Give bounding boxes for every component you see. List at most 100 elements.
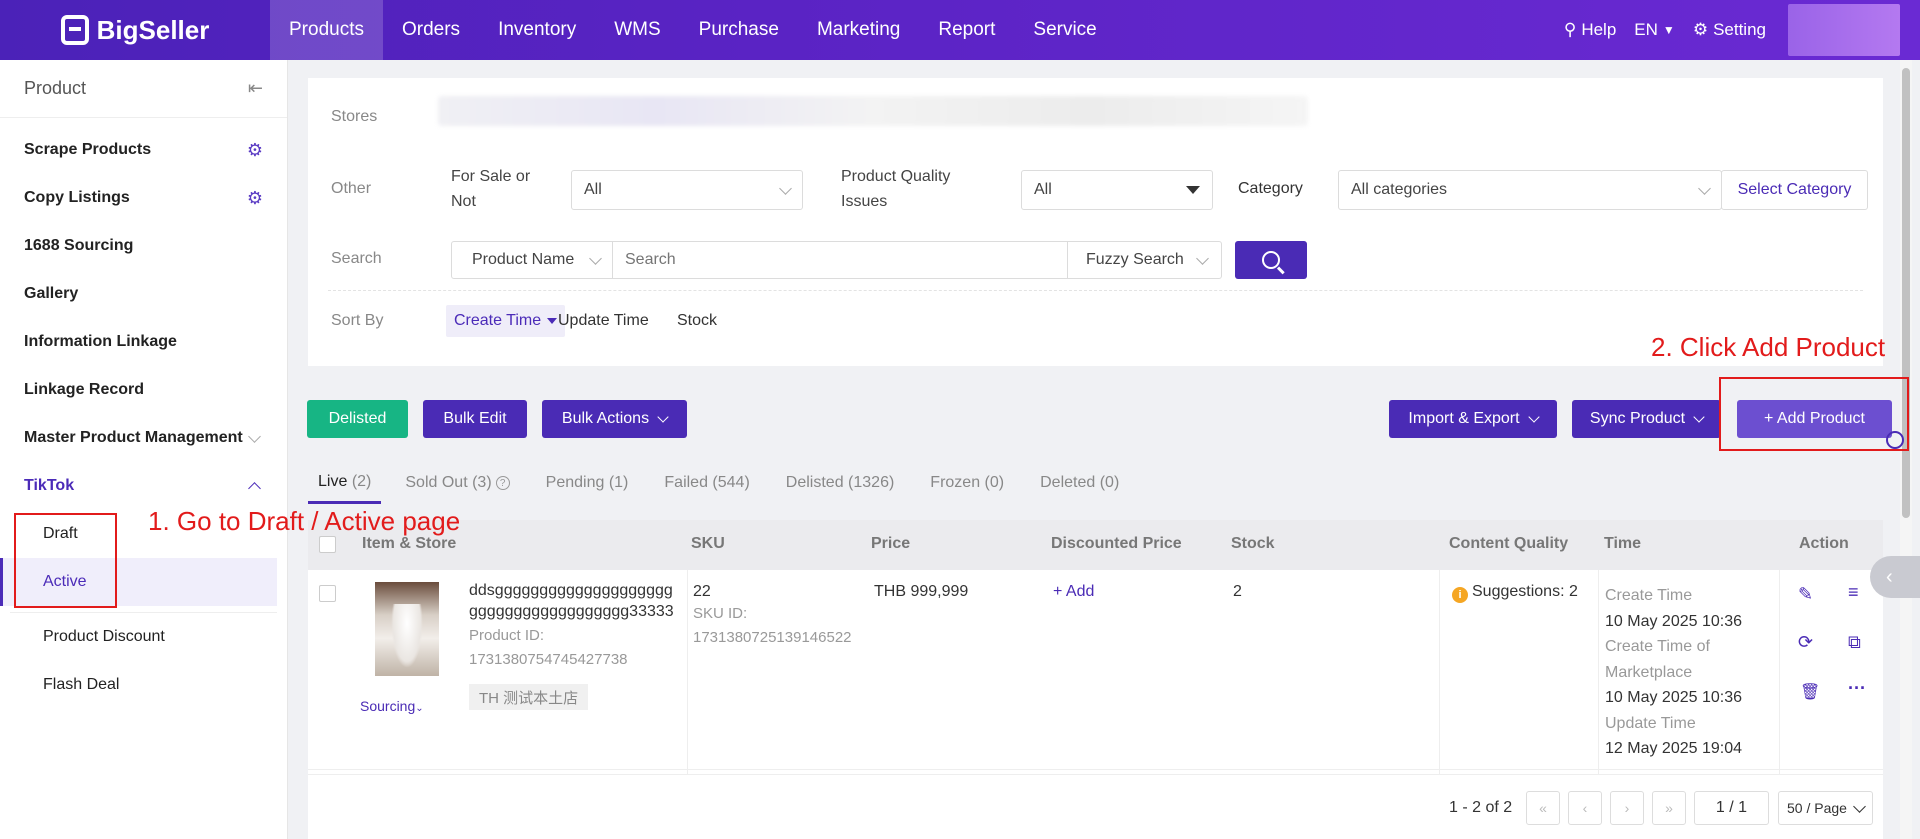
bulk-edit-button[interactable]: Bulk Edit [423, 400, 527, 438]
user-avatar[interactable] [1788, 4, 1900, 56]
sidebar-item-product-discount[interactable]: Product Discount [0, 613, 287, 661]
column-time: Time [1604, 535, 1642, 552]
for-sale-label: For Sale or Not [451, 164, 530, 214]
sidebar-item-flash-deal[interactable]: Flash Deal [0, 661, 287, 709]
quality-select[interactable]: All [1021, 170, 1213, 210]
nav-purchase[interactable]: Purchase [680, 0, 798, 60]
help-link[interactable]: ⚲ Help [1564, 20, 1616, 40]
tab-delisted[interactable]: Delisted (1326) [786, 462, 907, 504]
search-icon [1262, 251, 1280, 269]
tab-label: Frozen [930, 474, 981, 491]
page-size-select[interactable]: 50 / Page [1778, 791, 1873, 825]
nav-service[interactable]: Service [1014, 0, 1115, 60]
sourcing-dropdown[interactable]: Sourcing⌄ [360, 698, 424, 714]
page-size-value: 50 / Page [1787, 800, 1847, 816]
sidebar-item-gallery[interactable]: Gallery [0, 270, 287, 318]
sort-create-time[interactable]: Create Time [446, 305, 566, 337]
store-list[interactable] [438, 96, 1308, 126]
sidebar-item-1688-sourcing[interactable]: 1688 Sourcing [0, 222, 287, 270]
product-name-line1: ddsgggggggggggggggggggg [469, 582, 673, 599]
search-input[interactable] [612, 241, 1068, 279]
annotation-box-add-product [1719, 377, 1909, 451]
product-name[interactable]: ddsgggggggggggggggggggg gggggggggggggggg… [469, 580, 674, 622]
sidebar-item-label: Master Product Management [24, 429, 243, 446]
sidebar-item-information-linkage[interactable]: Information Linkage [0, 318, 287, 366]
select-all-checkbox[interactable] [319, 536, 336, 553]
column-price: Price [871, 535, 911, 552]
help-icon[interactable]: ? [495, 476, 510, 490]
tab-label: Failed [664, 474, 708, 491]
product-image[interactable] [375, 582, 439, 676]
category-select[interactable]: All categories [1338, 170, 1722, 210]
tab-failed[interactable]: Failed (544) [664, 462, 761, 504]
add-discount-link[interactable]: + Add [1053, 583, 1094, 601]
settings-link[interactable]: ⚙ Setting [1693, 20, 1766, 40]
refresh-icon[interactable]: ⟳ [1798, 632, 1813, 653]
copy-icon[interactable]: ⧉ [1848, 632, 1861, 653]
search-field-select[interactable]: Product Name [451, 241, 613, 279]
nav-wms[interactable]: WMS [595, 0, 679, 60]
gear-icon[interactable]: ⚙ [247, 140, 263, 161]
language-select[interactable]: EN ▼ [1634, 20, 1675, 40]
tab-live[interactable]: Live (2) [308, 462, 382, 504]
sort-update-time[interactable]: Update Time [558, 312, 649, 330]
table-row: Sourcing⌄ ddsgggggggggggggggggggg gggggg… [308, 570, 1883, 770]
sidebar-item-tiktok[interactable]: TikTok [0, 462, 287, 510]
marketplace-time-label-line2: Marketplace [1605, 663, 1693, 681]
first-page-button[interactable]: « [1526, 791, 1560, 825]
next-page-button[interactable]: › [1610, 791, 1644, 825]
sidebar-item-copy-listings[interactable]: Copy Listings ⚙ [0, 174, 287, 222]
chevron-up-icon [248, 481, 261, 495]
chevron-left-icon: ‹ [1886, 565, 1893, 588]
tab-frozen[interactable]: Frozen (0) [930, 462, 1016, 504]
edit-icon[interactable]: ✎ [1798, 584, 1813, 605]
sidebar-item-linkage-record[interactable]: Linkage Record [0, 366, 287, 414]
prev-page-button[interactable]: ‹ [1568, 791, 1602, 825]
update-time-value: 12 May 2025 19:04 [1605, 740, 1742, 757]
import-export-button[interactable]: Import & Export [1389, 400, 1557, 438]
page-indicator[interactable]: 1 / 1 [1694, 791, 1769, 825]
sidebar-header: Product ⇤ [0, 60, 287, 118]
nav-marketing[interactable]: Marketing [798, 0, 919, 60]
bulk-actions-button[interactable]: Bulk Actions [542, 400, 687, 438]
tab-sold-out[interactable]: Sold Out (3) ? [405, 462, 521, 504]
nav-inventory[interactable]: Inventory [479, 0, 595, 60]
tab-label: Pending [545, 474, 605, 491]
sidebar-item-scrape-products[interactable]: Scrape Products ⚙ [0, 126, 287, 174]
brand-logo[interactable]: BigSeller [0, 0, 270, 60]
sidebar: Product ⇤ Scrape Products ⚙ Copy Listing… [0, 60, 288, 839]
tab-deleted[interactable]: Deleted (0) [1040, 462, 1131, 504]
gear-icon[interactable]: ⚙ [247, 188, 263, 209]
content-quality[interactable]: i Suggestions: 2 [1452, 583, 1578, 603]
tab-pending[interactable]: Pending (1) [546, 462, 641, 504]
trash-icon[interactable]: 🗑 [1800, 682, 1820, 702]
filter-panel: Stores Other For Sale or Not All Product… [308, 78, 1883, 366]
sidebar-item-label: Gallery [24, 285, 79, 302]
for-sale-select[interactable]: All [571, 170, 803, 210]
search-mode-select[interactable]: Fuzzy Search [1067, 241, 1222, 279]
sort-stock[interactable]: Stock [677, 312, 717, 330]
side-panel-toggle[interactable]: ‹ [1870, 556, 1920, 598]
search-button[interactable] [1235, 241, 1307, 279]
stores-label: Stores [331, 108, 378, 125]
sync-product-button[interactable]: Sync Product [1572, 400, 1721, 438]
pagination: 1 - 2 of 2 « ‹ › » 1 / 1 50 / Page [308, 774, 1883, 839]
collapse-menu-icon[interactable]: ⇤ [248, 78, 263, 99]
stock-value: 2 [1233, 583, 1242, 600]
row-checkbox[interactable] [319, 585, 336, 602]
chevron-down-icon [1196, 251, 1209, 265]
sort-list-icon[interactable]: ≡ [1848, 582, 1859, 603]
tab-count: (1326) [848, 474, 895, 491]
chevron-down-icon [779, 181, 792, 195]
sort-create-time-label: Create Time [454, 312, 542, 329]
sidebar-item-master-product[interactable]: Master Product Management [0, 414, 287, 462]
more-icon[interactable]: ··· [1848, 678, 1866, 699]
last-page-button[interactable]: » [1652, 791, 1686, 825]
import-export-label: Import & Export [1408, 410, 1520, 427]
nav-orders[interactable]: Orders [383, 0, 479, 60]
delisted-button[interactable]: Delisted [307, 400, 408, 438]
nav-report[interactable]: Report [919, 0, 1014, 60]
select-category-button[interactable]: Select Category [1721, 170, 1868, 210]
time-info: Create Time 10 May 2025 10:36 Create Tim… [1605, 583, 1742, 762]
nav-products[interactable]: Products [270, 0, 383, 60]
